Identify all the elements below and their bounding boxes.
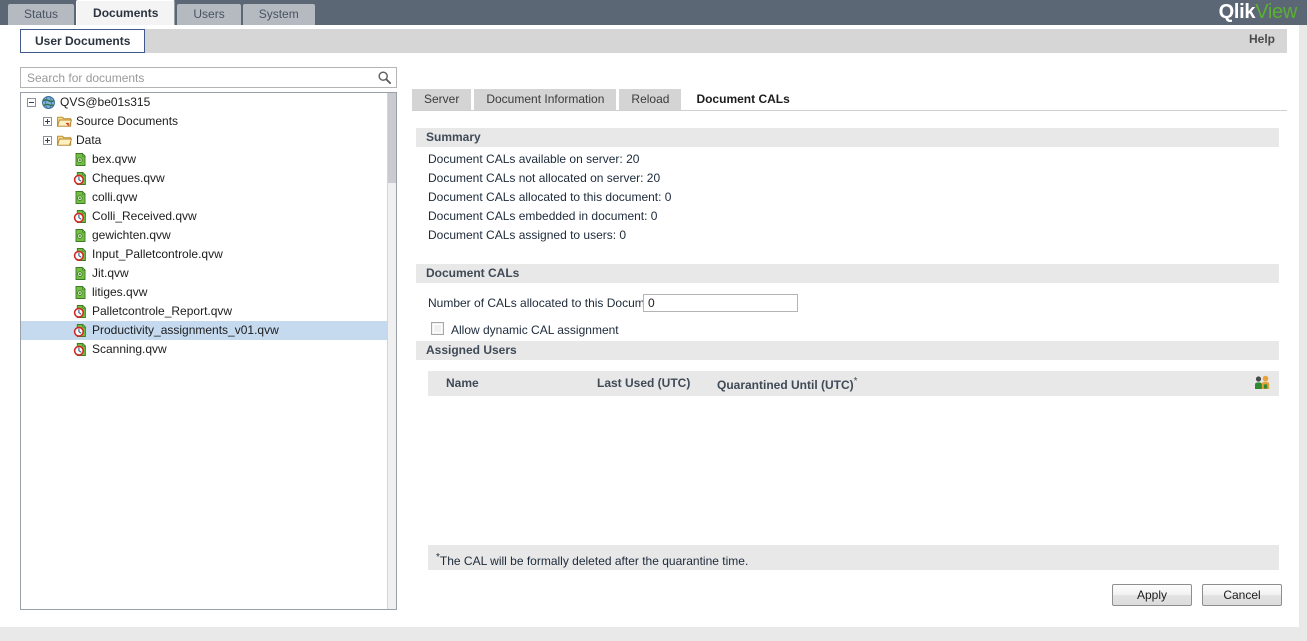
tree-item[interactable]: colli.qvw	[21, 188, 396, 207]
tree-item[interactable]: Colli_Received.qvw	[21, 207, 396, 226]
tree-item-label: colli.qvw	[92, 190, 138, 204]
summary-line-allocated-to-document: Document CALs allocated to this document…	[428, 190, 672, 204]
footnote-text: The CAL will be formally deleted after t…	[439, 554, 749, 568]
qlikview-logo: QlikView	[1218, 1, 1298, 24]
tree-item[interactable]: Cheques.qvw	[21, 169, 396, 188]
search-input[interactable]	[25, 68, 374, 89]
document-scheduled-icon	[73, 209, 88, 224]
document-icon	[73, 285, 88, 300]
tab-documents[interactable]: Documents	[76, 0, 176, 25]
search-box[interactable]	[20, 67, 397, 89]
document-icon	[73, 190, 88, 205]
tree-item-label: Scanning.qvw	[92, 342, 167, 356]
tree-scrollbar[interactable]	[387, 93, 396, 609]
document-icon	[73, 266, 88, 281]
tree-item-selected[interactable]: Productivity_assignments_v01.qvw	[21, 321, 396, 340]
folder-alert-icon	[56, 114, 73, 129]
summary-line-assigned-to-users: Document CALs assigned to users: 0	[428, 228, 627, 242]
document-cals-section-header: Document CALs	[416, 264, 1279, 283]
tree-scrollbar-thumb[interactable]	[388, 93, 396, 183]
qlikview-management-console: Status Documents Users System QlikView U…	[0, 0, 1307, 641]
tree-item-label: Productivity_assignments_v01.qvw	[92, 323, 279, 337]
expand-icon[interactable]	[43, 136, 52, 145]
dynamic-cal-label: Allow dynamic CAL assignment	[451, 323, 619, 337]
page-bottom-margin	[0, 627, 1307, 641]
summary-line-embedded: Document CALs embedded in document: 0	[428, 209, 658, 223]
tab-document-information[interactable]: Document Information	[474, 89, 617, 110]
summary-section-header: Summary	[416, 128, 1279, 147]
document-scheduled-icon	[73, 304, 88, 319]
column-header-last-used[interactable]: Last Used (UTC)	[597, 376, 690, 390]
document-icon	[73, 152, 88, 167]
summary-line-not-allocated: Document CALs not allocated on server: 2…	[428, 171, 661, 185]
tree-item-label: Data	[76, 133, 102, 147]
document-scheduled-icon	[73, 342, 88, 357]
tree-item[interactable]: Scanning.qvw	[21, 340, 396, 359]
tree-item-label: gewichten.qvw	[92, 228, 171, 242]
tree-item-label: Source Documents	[76, 114, 179, 128]
tree-item[interactable]: Source Documents	[21, 112, 396, 131]
tree-item[interactable]: QVS@be01s315	[21, 93, 396, 112]
column-header-quarantined-until[interactable]: Quarantined Until (UTC)*	[717, 376, 858, 392]
tree-item-label: bex.qvw	[92, 152, 137, 166]
add-users-icon[interactable]	[1254, 375, 1271, 391]
tree-item[interactable]: Data	[21, 131, 396, 150]
quarantine-footnote: *The CAL will be formally deleted after …	[428, 545, 1279, 570]
tree-item[interactable]: gewichten.qvw	[21, 226, 396, 245]
page-right-margin	[1299, 25, 1307, 641]
folder-icon	[56, 133, 73, 148]
assigned-users-section-header: Assigned Users	[416, 341, 1279, 360]
top-header-bar: Status Documents Users System QlikView	[0, 0, 1307, 25]
tree-item[interactable]: Input_Palletcontrole.qvw	[21, 245, 396, 264]
cals-number-input[interactable]	[643, 294, 798, 312]
tab-system[interactable]: System	[242, 4, 315, 25]
help-link[interactable]: Help	[1249, 32, 1275, 46]
tree-item-label: QVS@be01s315	[60, 95, 151, 109]
content-tab-bar: Server Document Information Reload Docum…	[412, 88, 805, 110]
summary-line-available: Document CALs available on server: 20	[428, 152, 640, 166]
logo-view-text: View	[1255, 1, 1297, 23]
tab-document-cals[interactable]: Document CALs	[684, 88, 802, 110]
document-scheduled-icon	[73, 323, 88, 338]
document-cals-panel: Summary Document CALs available on serve…	[412, 110, 1287, 610]
tab-status[interactable]: Status	[8, 4, 75, 25]
tree-item-label: Colli_Received.qvw	[92, 209, 197, 223]
tree-item[interactable]: bex.qvw	[21, 150, 396, 169]
subtab-user-documents[interactable]: User Documents	[20, 29, 146, 53]
tree-item[interactable]: litiges.qvw	[21, 283, 396, 302]
tree-item-label: litiges.qvw	[92, 285, 148, 299]
assigned-users-table-header: Name Last Used (UTC) Quarantined Until (…	[428, 371, 1279, 396]
tree-item-label: Input_Palletcontrole.qvw	[92, 247, 223, 261]
column-header-name[interactable]: Name	[446, 376, 479, 390]
collapse-icon[interactable]	[27, 98, 36, 107]
document-tree-panel: QVS@be01s315 Source Documents Data bex.qvw C…	[20, 92, 397, 610]
logo-qlik-text: Qlik	[1218, 1, 1256, 23]
search-icon[interactable]	[377, 70, 392, 85]
cals-number-label: Number of CALs allocated to this Documen…	[428, 296, 665, 310]
globe-icon	[41, 95, 56, 110]
tab-users[interactable]: Users	[177, 4, 241, 25]
main-tab-bar: Status Documents Users System	[8, 0, 317, 25]
document-icon	[73, 228, 88, 243]
tab-reload[interactable]: Reload	[619, 89, 682, 110]
column-header-quarantined-text: Quarantined Until (UTC)	[717, 378, 854, 392]
tree-item-label: Jit.qvw	[92, 266, 129, 280]
tree-item[interactable]: Jit.qvw	[21, 264, 396, 283]
document-scheduled-icon	[73, 247, 88, 262]
sub-tab-bar: User Documents Help	[0, 25, 1307, 57]
tree-item[interactable]: Palletcontrole_Report.qvw	[21, 302, 396, 321]
document-tree: QVS@be01s315 Source Documents Data bex.qvw C…	[21, 93, 396, 359]
dynamic-cal-checkbox[interactable]	[431, 322, 444, 335]
tree-item-label: Cheques.qvw	[92, 171, 165, 185]
apply-button[interactable]: Apply	[1112, 584, 1192, 606]
assigned-users-table-body	[428, 396, 1279, 541]
tab-server[interactable]: Server	[412, 89, 472, 110]
expand-icon[interactable]	[43, 117, 52, 126]
document-scheduled-icon	[73, 171, 88, 186]
cancel-button[interactable]: Cancel	[1202, 584, 1282, 606]
tree-item-label: Palletcontrole_Report.qvw	[92, 304, 233, 318]
sub-tab-bar-background: User Documents Help	[20, 29, 1287, 53]
quarantine-footnote-marker: *	[853, 376, 858, 387]
